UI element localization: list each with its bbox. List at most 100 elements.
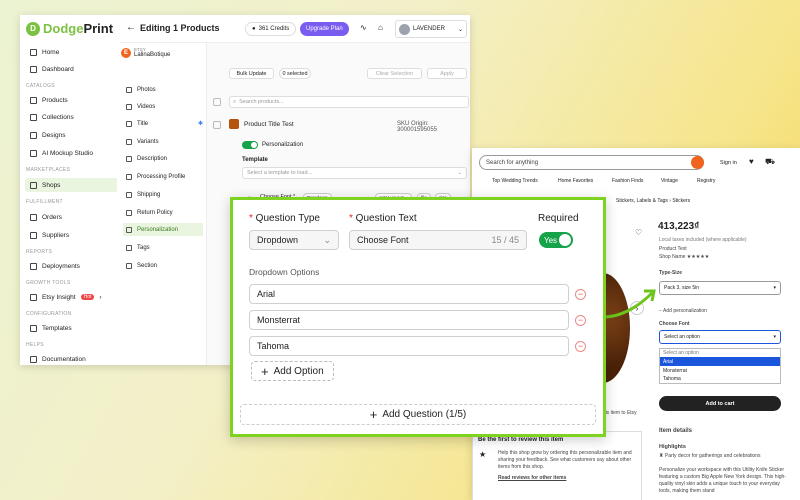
personalization-toggle[interactable]: Personalization	[242, 141, 303, 149]
bell-icon[interactable]: ⌂	[378, 23, 383, 32]
clear-selection-button[interactable]: Clear Selection	[367, 68, 422, 79]
sidebar-item-deployments[interactable]: Deployments	[25, 259, 130, 273]
add-question-button[interactable]: + Add Question (1/5)	[240, 404, 596, 425]
option-input[interactable]: Arial	[249, 284, 569, 304]
design-icon	[30, 131, 37, 139]
dropdown-option[interactable]: Arial	[659, 357, 781, 366]
add-option-button[interactable]: + Add Option	[251, 361, 334, 381]
type-size-select[interactable]: Pack 3, size 5in ▾	[659, 281, 781, 295]
chevron-right-icon: ›	[99, 293, 102, 301]
category-link[interactable]: Vintage	[661, 178, 678, 184]
product-nav-tags[interactable]: Tags	[123, 241, 203, 254]
user-menu[interactable]: LAVENDER ⌄	[395, 20, 467, 38]
product-nav-section[interactable]: Section	[123, 259, 203, 272]
store-icon	[30, 181, 37, 189]
dropdown-option[interactable]: Select an option	[659, 348, 781, 357]
dropdown-option[interactable]: Tahoma	[659, 375, 781, 384]
sidebar-item-templates[interactable]: Templates	[25, 321, 130, 335]
selected-count: 0 selected	[279, 68, 311, 79]
read-reviews-link[interactable]: Read reviews for other items	[498, 475, 566, 481]
apply-button[interactable]: Apply	[427, 68, 467, 79]
remove-option-icon[interactable]: −	[575, 315, 586, 326]
question-text-input[interactable]: Choose Font 15 / 45	[349, 230, 527, 250]
category-link[interactable]: Top Wedding Trends	[492, 178, 538, 184]
search-icon: ⌕	[233, 98, 237, 105]
product-nav-personalization[interactable]: Personalization	[123, 223, 203, 236]
select-all-checkbox[interactable]	[213, 98, 221, 106]
remove-option-icon[interactable]: −	[575, 341, 586, 352]
section-heading: MARKETPLACES	[26, 167, 71, 173]
coin-icon: ●	[252, 26, 256, 32]
credits-badge[interactable]: ● 361 Credits	[245, 22, 297, 36]
sidebar-item-suppliers[interactable]: Suppliers	[25, 228, 130, 242]
truck-icon	[126, 191, 132, 198]
template-select[interactable]: Select a template to load... ⌄	[242, 167, 467, 179]
product-nav-processing[interactable]: Processing Profile	[123, 170, 203, 183]
required-toggle[interactable]: Yes	[539, 232, 573, 248]
toggle-switch[interactable]	[242, 141, 258, 149]
shop-name[interactable]: LalinaBotique	[134, 52, 170, 58]
signin-link[interactable]: Sign in	[720, 160, 737, 166]
bulk-update-button[interactable]: Bulk Update	[229, 68, 274, 79]
sidebar-item-shops[interactable]: Shops	[25, 178, 130, 192]
dropdown-option[interactable]: Monsterrat	[659, 366, 781, 375]
chevron-down-icon: ⌄	[457, 26, 463, 33]
dropdown-options-label: Dropdown Options	[249, 267, 320, 277]
product-checkbox[interactable]	[213, 121, 221, 129]
sidebar-item-home[interactable]: Home	[25, 45, 130, 59]
option-input[interactable]: Tahoma	[249, 336, 569, 356]
sidebar-item-designs[interactable]: Designs	[25, 128, 130, 142]
code-icon	[126, 138, 132, 145]
remove-option-icon[interactable]: −	[575, 289, 586, 300]
collection-icon	[30, 113, 37, 121]
etsy-search-input[interactable]: Search for anything	[479, 155, 704, 170]
category-link[interactable]: Registry	[697, 178, 715, 184]
tag-icon	[126, 244, 132, 251]
cart-icon[interactable]: ⛟	[765, 157, 775, 167]
item-description: Personalize your workspace with this Uti…	[659, 467, 786, 494]
breadcrumb[interactable]: Stickers, Labels & Tags › Stickers	[616, 198, 690, 204]
highlight-item: ♜ Party decor for gatherings and celebra…	[659, 453, 761, 459]
video-icon	[126, 103, 132, 110]
insight-icon	[30, 293, 37, 301]
section-heading: HELPS	[26, 342, 44, 348]
product-nav-photos[interactable]: Photos	[123, 83, 203, 96]
search-icon[interactable]	[691, 156, 704, 169]
logo-icon: D	[26, 21, 40, 36]
product-nav-variants[interactable]: Variants	[123, 135, 203, 148]
option-input[interactable]: Monsterrat	[249, 310, 569, 330]
sidebar-item-orders[interactable]: Orders	[25, 210, 130, 224]
product-nav-title[interactable]: Title ✱	[123, 117, 203, 130]
sku-origin: SKU Origin: 300001595055	[397, 121, 438, 133]
add-to-cart-button[interactable]: Add to cart	[659, 396, 781, 411]
choose-font-select[interactable]: Select an option ▾	[659, 330, 781, 344]
heart-icon[interactable]: ♡	[635, 228, 642, 237]
hourglass-icon	[126, 173, 132, 180]
logo[interactable]: D DodgePrint	[26, 21, 113, 36]
product-nav-videos[interactable]: Videos	[123, 100, 203, 113]
sidebar-item-documentation[interactable]: Documentation	[25, 352, 130, 365]
product-nav-shipping[interactable]: Shipping	[123, 188, 203, 201]
question-type-select[interactable]: Dropdown ⌄	[249, 230, 339, 250]
heart-icon[interactable]: ♥	[749, 157, 754, 166]
description-icon	[126, 155, 132, 162]
product-sidebar: E ETSY LalinaBotique Photos Videos Title ✱…	[117, 43, 207, 365]
sidebar-item-products[interactable]: Products	[25, 93, 130, 107]
sidebar-item-etsy-insight[interactable]: Etsy Insight Hot ›	[25, 290, 130, 304]
sidebar-item-collections[interactable]: Collections	[25, 110, 130, 124]
category-link[interactable]: Fashion Finds	[612, 178, 643, 184]
truck-icon	[30, 231, 37, 239]
section-heading: GROWTH TOOLS	[26, 280, 71, 286]
activity-icon[interactable]: ∿	[360, 23, 367, 32]
product-search-input[interactable]: ⌕ Search products...	[229, 96, 469, 108]
sidebar-item-dashboard[interactable]: Dashboard	[25, 62, 130, 76]
sparkle-icon[interactable]: ✱	[198, 120, 203, 127]
add-personalization-toggle[interactable]: − Add personalization	[659, 308, 707, 314]
sidebar-item-ai-mockup[interactable]: AI Mockup Studio	[25, 146, 130, 160]
upgrade-plan-button[interactable]: Upgrade Plan	[300, 22, 349, 36]
product-nav-description[interactable]: Description	[123, 152, 203, 165]
shop-name[interactable]: Shop Name ★★★★★	[659, 254, 709, 260]
category-link[interactable]: Home Favorites	[558, 178, 593, 184]
back-arrow-icon[interactable]: ←	[126, 22, 136, 33]
product-nav-return-policy[interactable]: Return Policy	[123, 206, 203, 219]
